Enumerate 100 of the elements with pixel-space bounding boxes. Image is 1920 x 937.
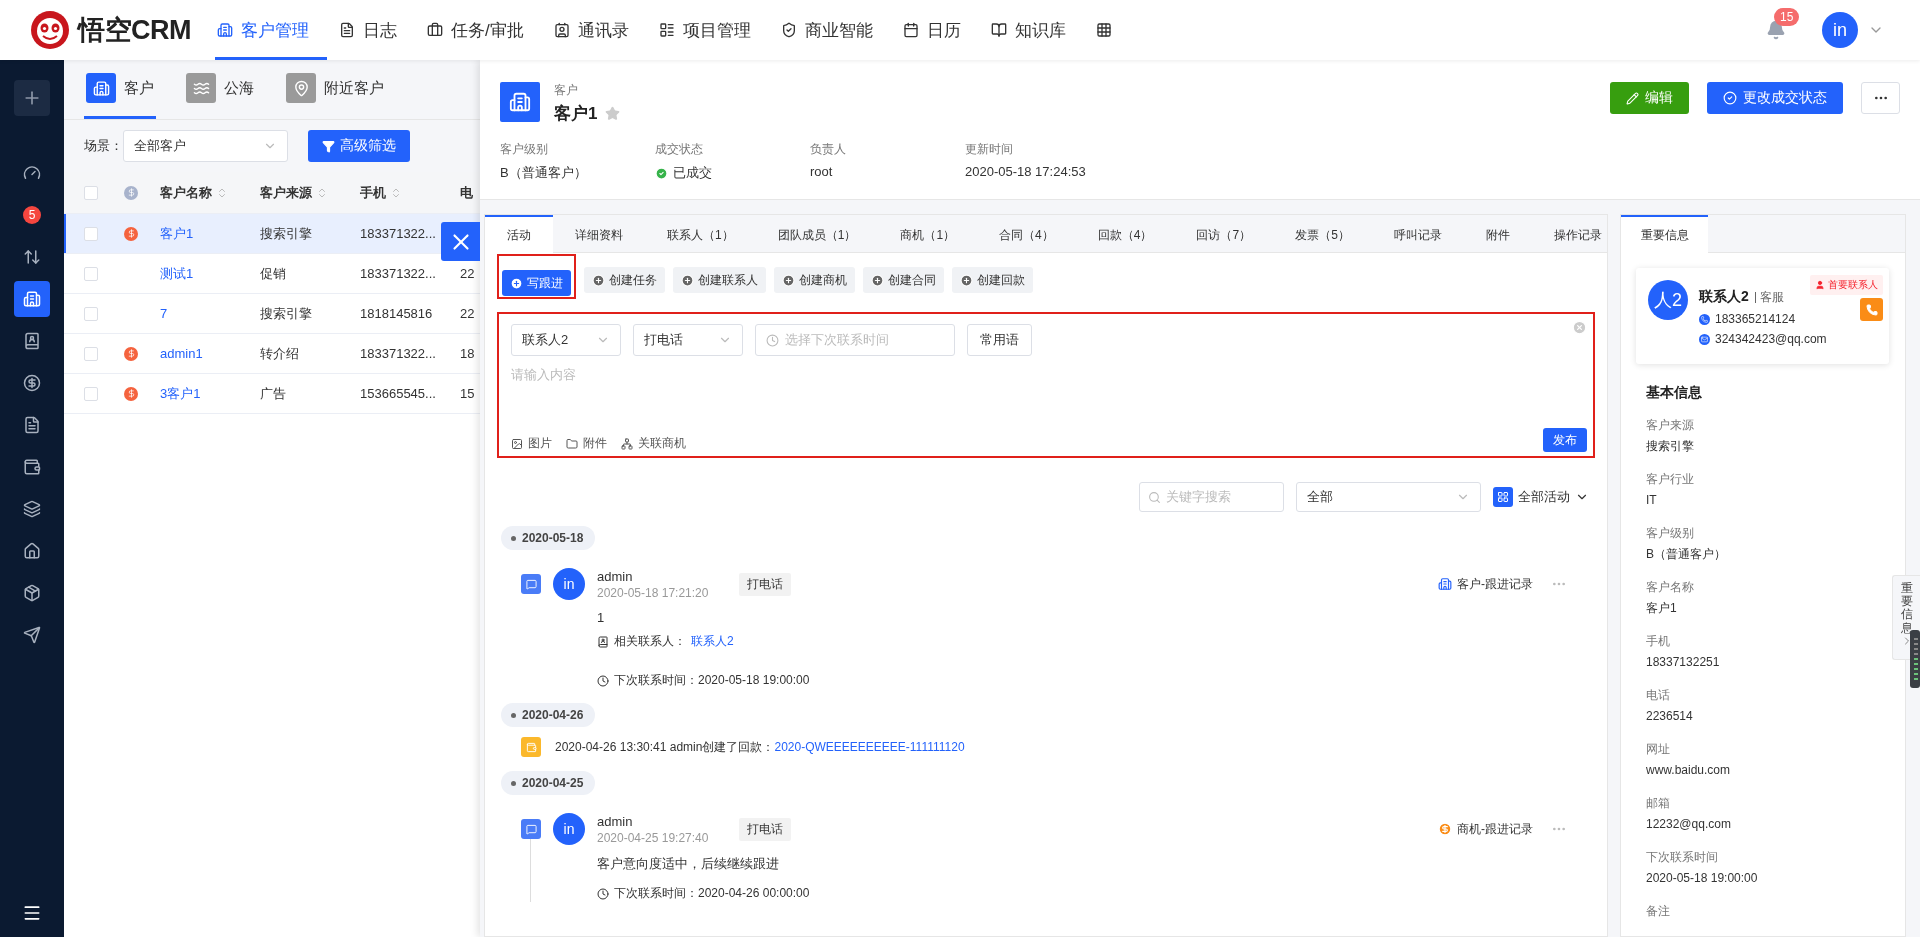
field-label: 备注 bbox=[1646, 904, 1671, 918]
contact-phone: 183365214124 bbox=[1715, 312, 1796, 326]
table-cell-text: 22 bbox=[459, 266, 476, 281]
status-button[interactable]: 更改成交状态 bbox=[1707, 82, 1843, 114]
detail-tab[interactable]: 团队成员（1） bbox=[755, 215, 879, 253]
detail-tab[interactable]: 呼叫记录 bbox=[1371, 215, 1464, 253]
attachment-link[interactable]: 附件 bbox=[566, 435, 607, 452]
package-icon bbox=[23, 584, 41, 602]
field-label: 客户行业 bbox=[1646, 472, 1695, 486]
customer-link[interactable]: 客户1 bbox=[150, 224, 250, 243]
publish-button[interactable]: 发布 bbox=[1543, 428, 1587, 452]
field-label: 客户来源 bbox=[1646, 418, 1695, 432]
shield-check-icon bbox=[780, 22, 797, 38]
nav-item[interactable]: 项目管理 bbox=[656, 0, 769, 60]
field-value: B（普通客户） bbox=[500, 164, 587, 182]
filter-icon bbox=[322, 139, 335, 153]
detail-tab[interactable]: 活动 bbox=[485, 215, 553, 253]
customer-title: 客户1 bbox=[554, 103, 598, 125]
detail-tab[interactable]: 附件 bbox=[1463, 215, 1532, 253]
next-contact-time: 下次联系时间：2020-05-18 19:00:00 bbox=[614, 672, 810, 689]
list-tab[interactable]: 公海 bbox=[184, 60, 256, 119]
column-header[interactable]: 客户名称 bbox=[150, 183, 250, 202]
detail-tab[interactable]: 发票（5） bbox=[1273, 215, 1372, 253]
call-button[interactable] bbox=[1860, 298, 1883, 321]
star-icon[interactable] bbox=[605, 106, 621, 121]
field-label: 客户级别 bbox=[1646, 526, 1695, 540]
nav-item[interactable]: 任务/审批 bbox=[425, 0, 542, 60]
panel-tab[interactable]: 重要信息 bbox=[1621, 215, 1708, 253]
nav-item[interactable]: 通讯录 bbox=[551, 0, 647, 60]
nav-item[interactable]: 商业智能 bbox=[778, 0, 891, 60]
detail-tab[interactable]: 商机（1） bbox=[878, 215, 978, 253]
table-cell-text: 促销 bbox=[259, 264, 287, 283]
checkbox[interactable] bbox=[84, 266, 98, 281]
detail-tab[interactable]: 详细资料 bbox=[553, 215, 645, 253]
notification-bell-icon[interactable] bbox=[1766, 20, 1786, 40]
sort-icon[interactable] bbox=[316, 186, 328, 199]
network-icon bbox=[621, 437, 633, 450]
detail-tab[interactable]: 操作记录 bbox=[1531, 215, 1607, 253]
close-icon[interactable] bbox=[1572, 320, 1587, 335]
action-button[interactable]: 创建任务 bbox=[584, 267, 665, 293]
menu-button[interactable] bbox=[22, 903, 42, 923]
contact-link[interactable]: 联系人2 bbox=[691, 633, 734, 650]
detail-tab[interactable]: 回款（4） bbox=[1075, 215, 1175, 253]
customer-link[interactable]: 测试1 bbox=[150, 264, 250, 283]
detail-tab[interactable]: 合同（4） bbox=[977, 215, 1076, 253]
contact-avatar: 人2 bbox=[1648, 280, 1688, 320]
contact-select[interactable]: 联系人2 bbox=[511, 324, 621, 356]
clock-icon bbox=[597, 887, 609, 900]
nav-item[interactable]: 知识库 bbox=[988, 0, 1084, 60]
user-avatar[interactable]: in bbox=[1822, 12, 1858, 48]
type-select[interactable]: 全部 bbox=[1296, 482, 1481, 512]
checkbox[interactable] bbox=[84, 185, 98, 200]
table-row[interactable]: 客户1 搜索引擎 183371322... bbox=[64, 214, 480, 254]
checkbox[interactable] bbox=[84, 346, 98, 361]
source-label: 客户-跟进记录 bbox=[1457, 575, 1533, 593]
column-header[interactable]: 手机 bbox=[350, 183, 450, 202]
dollar-icon bbox=[23, 374, 41, 392]
image-icon bbox=[511, 437, 523, 450]
detail-tab[interactable]: 联系人（1） bbox=[645, 215, 756, 253]
sidebar-item[interactable] bbox=[14, 281, 50, 317]
date-pill: 2020-04-26 bbox=[501, 703, 596, 727]
action-button[interactable]: 写跟进 bbox=[502, 270, 571, 296]
detail-tab[interactable]: 回访（7） bbox=[1174, 215, 1274, 253]
column-header[interactable]: 电 bbox=[450, 183, 480, 202]
column-header[interactable]: 客户来源 bbox=[250, 183, 350, 202]
scene-select[interactable]: 全部客户 bbox=[123, 130, 288, 162]
customer-link[interactable]: 3客户1 bbox=[150, 384, 250, 403]
building-icon bbox=[217, 22, 233, 38]
attachment-link[interactable]: 图片 bbox=[511, 435, 552, 452]
field-label: 手机 bbox=[1646, 634, 1671, 648]
customer-link[interactable]: 7 bbox=[150, 306, 250, 321]
list-tab[interactable]: 附近客户 bbox=[284, 60, 386, 119]
action-button[interactable]: 创建联系人 bbox=[673, 267, 766, 293]
customer-link[interactable]: admin1 bbox=[150, 346, 250, 361]
action-button[interactable]: 创建回款 bbox=[952, 267, 1033, 293]
activity-view-select[interactable]: 全部活动 bbox=[1493, 487, 1589, 507]
nav-item[interactable]: 日志 bbox=[337, 0, 415, 60]
document-icon bbox=[339, 22, 355, 38]
phrases-button[interactable]: 常用语 bbox=[967, 324, 1032, 356]
advanced-filter-button[interactable]: 高级筛选 bbox=[308, 130, 410, 162]
follow-up-editor[interactable]: 联系人2 打电话 选择下次联系时间 常用语 请输入内容 图片 附件 关联商机 发布 bbox=[497, 312, 1595, 458]
action-button[interactable]: 创建商机 bbox=[774, 267, 855, 293]
date-pill: 2020-04-25 bbox=[501, 771, 596, 795]
action-button[interactable]: 创建合同 bbox=[863, 267, 944, 293]
method-select[interactable]: 打电话 bbox=[633, 324, 743, 356]
sort-icon[interactable] bbox=[216, 186, 228, 199]
close-button[interactable] bbox=[441, 222, 480, 261]
checkbox[interactable] bbox=[84, 306, 98, 321]
checkbox[interactable] bbox=[84, 226, 98, 241]
plus-circle-icon bbox=[782, 273, 795, 287]
payment-link[interactable]: 2020-QWEEEEEEEEEE-111111120 bbox=[774, 739, 965, 754]
nav-item[interactable]: 日历 bbox=[900, 0, 979, 60]
add-button[interactable] bbox=[14, 80, 50, 116]
contact-name: 联系人2 bbox=[1699, 288, 1749, 306]
folder-icon bbox=[566, 437, 578, 450]
building-icon bbox=[1438, 577, 1452, 591]
sidebar-badge-item[interactable]: 5 bbox=[14, 197, 50, 233]
attachment-link[interactable]: 关联商机 bbox=[621, 435, 686, 452]
checkbox[interactable] bbox=[84, 386, 98, 401]
sort-icon[interactable] bbox=[390, 186, 402, 199]
